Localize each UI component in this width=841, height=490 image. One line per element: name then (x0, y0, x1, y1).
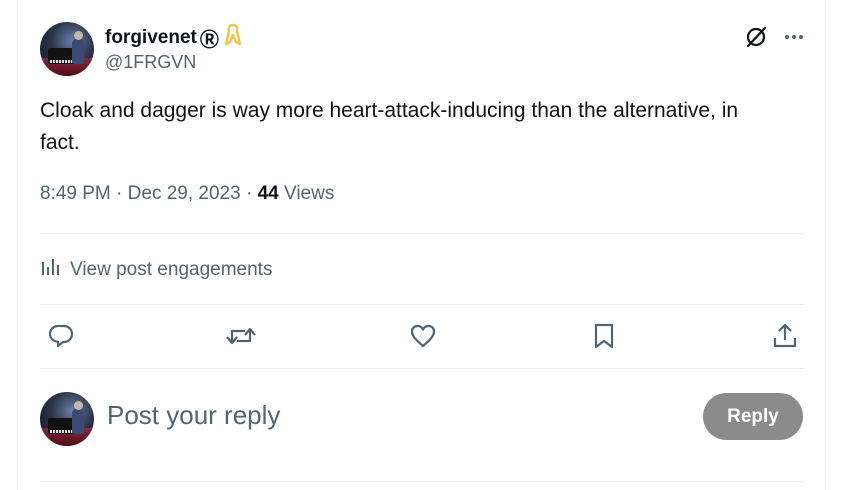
bookmark-action-button[interactable] (588, 320, 620, 352)
like-icon (410, 324, 436, 348)
divider (40, 368, 805, 369)
reply-action-button[interactable] (45, 320, 77, 352)
share-icon (773, 323, 797, 348)
divider (40, 233, 805, 234)
grok-icon[interactable] (744, 24, 770, 50)
views-label: Views (284, 183, 335, 204)
meta-separator: · (245, 183, 253, 204)
views-count: 44 (257, 183, 279, 204)
like-action-button[interactable] (407, 320, 439, 352)
view-engagements-label: View post engagements (70, 259, 273, 280)
registered-mark: Ⓡ (199, 29, 219, 51)
meta-separator: · (116, 183, 123, 204)
tweet-column: forgivenet Ⓡ @1FRGVN Cloak and dagger is … (17, 0, 826, 490)
share-action-button[interactable] (769, 320, 801, 352)
bookmark-icon (594, 323, 614, 349)
author-handle[interactable]: @1FRGVN (105, 52, 196, 73)
tweet-time[interactable]: 8:49 PM (40, 183, 111, 204)
divider (40, 304, 805, 305)
divider (40, 481, 805, 482)
reply-input[interactable]: Post your reply (107, 400, 280, 431)
tweet-text: Cloak and dagger is way more heart-attac… (40, 99, 739, 154)
view-engagements-link[interactable]: View post engagements (40, 256, 272, 284)
reply-icon (48, 324, 74, 348)
ribbon-icon (224, 23, 242, 53)
reply-button[interactable]: Reply (703, 393, 803, 440)
tweet-date[interactable]: Dec 29, 2023 (128, 183, 241, 204)
author-name[interactable]: forgivenet Ⓡ (105, 23, 242, 53)
analytics-icon (40, 256, 62, 284)
tweet-meta: 8:49 PM · Dec 29, 2023 · 44 Views (40, 183, 334, 205)
repost-action-button[interactable] (225, 320, 257, 352)
author-display-name[interactable]: forgivenet (105, 27, 197, 49)
more-options-icon[interactable] (781, 24, 807, 50)
repost-icon (226, 327, 256, 345)
author-avatar[interactable] (40, 22, 94, 76)
current-user-avatar[interactable] (40, 392, 94, 446)
